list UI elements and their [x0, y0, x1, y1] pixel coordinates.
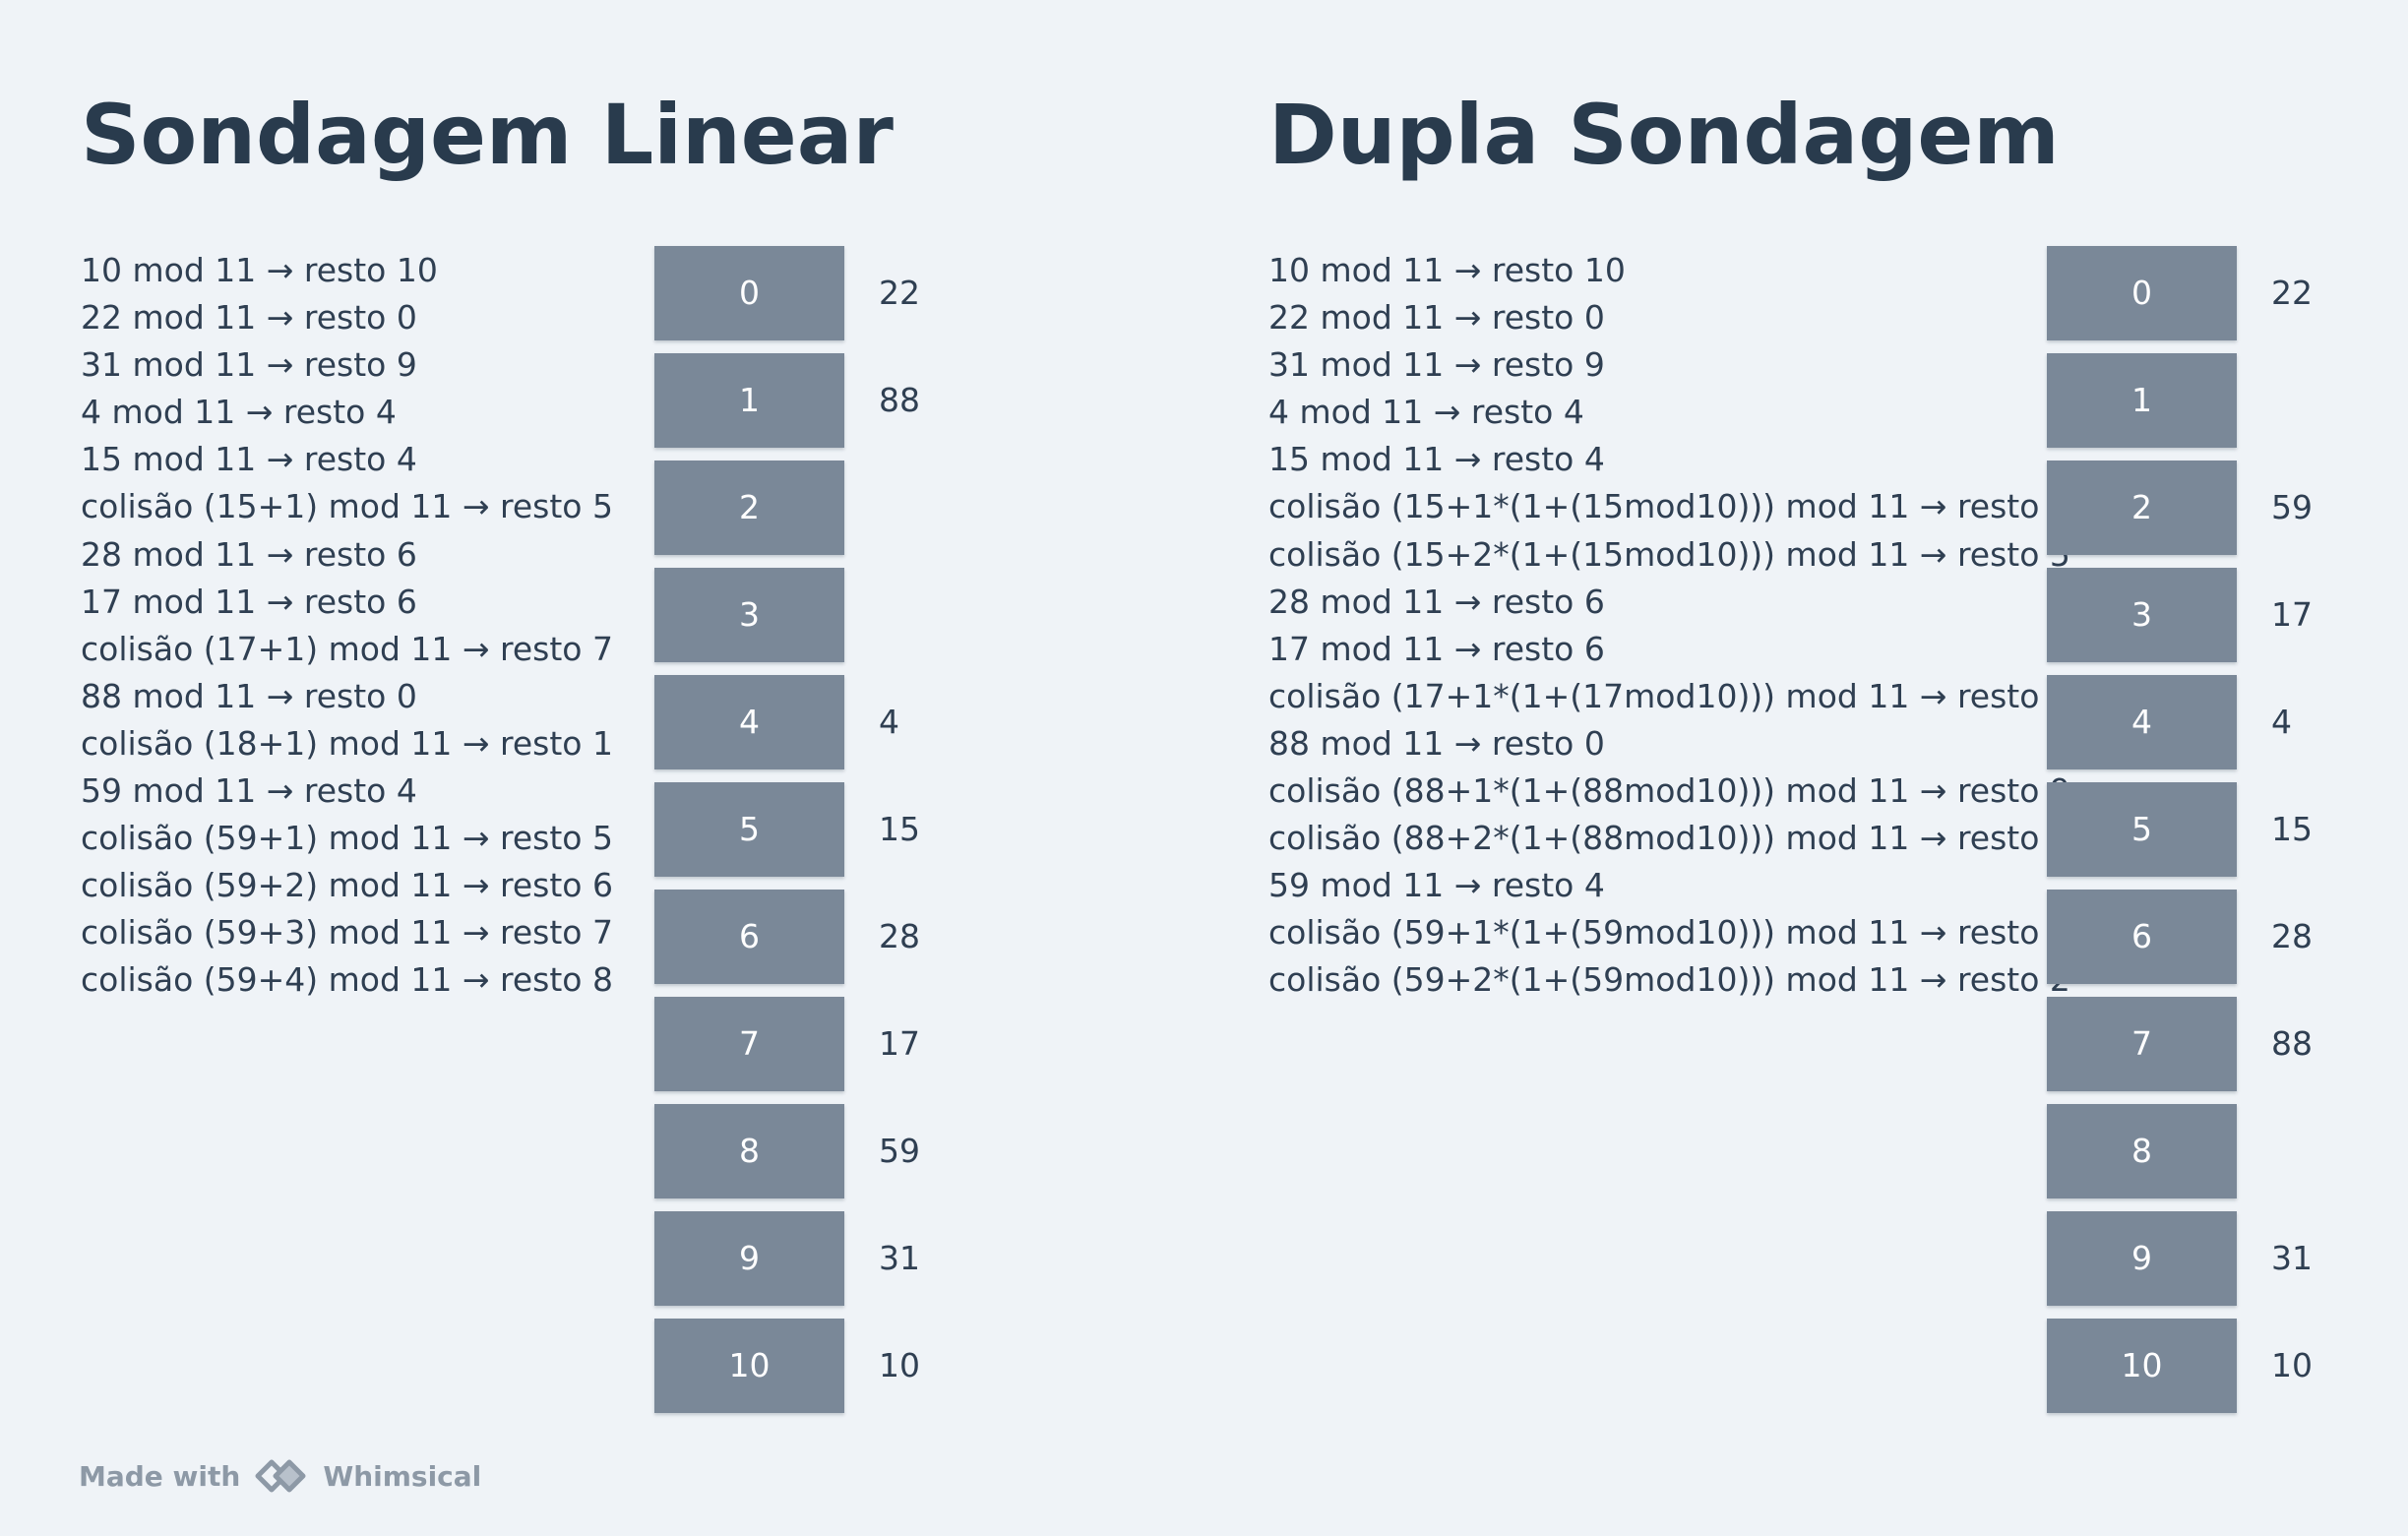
double-step-6: colisão (15+2*(1+(15mod10))) mod 11 → re…: [1268, 534, 2070, 574]
double-slot-index-9: 9: [2047, 1211, 2237, 1306]
linear-step-13: colisão (59+2) mod 11 → resto 6: [81, 866, 613, 905]
linear-slot-index-2: 2: [654, 461, 844, 555]
linear-slot-index-9: 9: [654, 1211, 844, 1306]
double-step-1: 22 mod 11 → resto 0: [1268, 298, 1605, 338]
linear-slot-index-3: 3: [654, 568, 844, 662]
linear-slot-index-4: 4: [654, 675, 844, 769]
whimsical-logo-icon: [255, 1459, 306, 1493]
double-slot-value-4: 4: [2271, 703, 2292, 741]
double-slot-index-0: 0: [2047, 246, 2237, 340]
linear-slot-value-7: 17: [879, 1024, 920, 1063]
double-slot-index-2: 2: [2047, 461, 2237, 555]
linear-slot-index-7: 7: [654, 997, 844, 1091]
double-step-4: 15 mod 11 → resto 4: [1268, 440, 1605, 479]
linear-slot-value-1: 88: [879, 381, 920, 419]
double-slot-index-7: 7: [2047, 997, 2237, 1091]
double-slot-index-3: 3: [2047, 568, 2237, 662]
linear-step-15: colisão (59+4) mod 11 → resto 8: [81, 960, 613, 1000]
double-hashing-title: Dupla Sondagem: [1268, 87, 2060, 183]
linear-step-9: 88 mod 11 → resto 0: [81, 676, 417, 715]
double-slot-value-10: 10: [2271, 1346, 2313, 1384]
double-slot-index-6: 6: [2047, 890, 2237, 984]
linear-slot-index-8: 8: [654, 1104, 844, 1198]
linear-slot-index-0: 0: [654, 246, 844, 340]
linear-slot-value-5: 15: [879, 810, 920, 848]
linear-slot-index-6: 6: [654, 890, 844, 984]
linear-slot-value-4: 4: [879, 703, 899, 741]
made-with-whimsical-badge[interactable]: Made with Whimsical: [79, 1453, 481, 1499]
linear-step-11: 59 mod 11 → resto 4: [81, 771, 417, 811]
linear-step-10: colisão (18+1) mod 11 → resto 1: [81, 723, 613, 763]
linear-probing-title: Sondagem Linear: [81, 87, 894, 183]
double-slot-value-5: 15: [2271, 810, 2313, 848]
linear-probing-steps: 10 mod 11 → resto 10 22 mod 11 → resto 0 3…: [81, 247, 613, 1005]
double-slot-index-1: 1: [2047, 353, 2237, 448]
linear-slot-index-5: 5: [654, 782, 844, 877]
double-step-13: 59 mod 11 → resto 4: [1268, 866, 1605, 905]
double-slot-index-8: 8: [2047, 1104, 2237, 1198]
double-step-15: colisão (59+2*(1+(59mod10))) mod 11 → re…: [1268, 960, 2070, 1000]
double-slot-value-2: 59: [2271, 488, 2313, 526]
double-step-9: colisão (17+1*(1+(17mod10))) mod 11 → re…: [1268, 676, 2070, 715]
linear-step-4: 15 mod 11 → resto 4: [81, 440, 417, 479]
double-hashing-steps: 10 mod 11 → resto 10 22 mod 11 → resto 0 3…: [1268, 247, 2091, 1005]
linear-slot-index-1: 1: [654, 353, 844, 448]
linear-step-7: 17 mod 11 → resto 6: [81, 582, 417, 621]
double-slot-value-3: 17: [2271, 595, 2313, 634]
double-step-2: 31 mod 11 → resto 9: [1268, 345, 1605, 385]
double-slot-index-5: 5: [2047, 782, 2237, 877]
linear-step-6: 28 mod 11 → resto 6: [81, 534, 417, 574]
double-slot-value-9: 31: [2271, 1239, 2313, 1277]
linear-slot-value-0: 22: [879, 274, 920, 312]
linear-slot-value-9: 31: [879, 1239, 920, 1277]
whimsical-brand-label: Whimsical: [323, 1459, 482, 1493]
double-slot-index-10: 10: [2047, 1319, 2237, 1413]
double-step-3: 4 mod 11 → resto 4: [1268, 393, 1584, 432]
linear-step-8: colisão (17+1) mod 11 → resto 7: [81, 629, 613, 668]
linear-step-2: 31 mod 11 → resto 9: [81, 345, 417, 385]
linear-slot-value-8: 59: [879, 1132, 920, 1170]
double-step-8: 17 mod 11 → resto 6: [1268, 629, 1605, 668]
made-with-label: Made with: [79, 1459, 241, 1493]
linear-step-1: 22 mod 11 → resto 0: [81, 298, 417, 338]
double-step-11: colisão (88+1*(1+(88mod10))) mod 11 → re…: [1268, 771, 2070, 811]
linear-step-5: colisão (15+1) mod 11 → resto 5: [81, 487, 613, 526]
linear-step-14: colisão (59+3) mod 11 → resto 7: [81, 913, 613, 952]
linear-slot-value-10: 10: [879, 1346, 920, 1384]
linear-slot-index-10: 10: [654, 1319, 844, 1413]
linear-step-0: 10 mod 11 → resto 10: [81, 251, 438, 289]
linear-step-12: colisão (59+1) mod 11 → resto 5: [81, 819, 613, 858]
double-slot-index-4: 4: [2047, 675, 2237, 769]
double-step-7: 28 mod 11 → resto 6: [1268, 582, 1605, 621]
double-slot-value-0: 22: [2271, 274, 2313, 312]
linear-slot-value-6: 28: [879, 917, 920, 955]
linear-step-3: 4 mod 11 → resto 4: [81, 393, 397, 432]
double-slot-value-6: 28: [2271, 917, 2313, 955]
double-step-14: colisão (59+1*(1+(59mod10))) mod 11 → re…: [1268, 913, 2070, 952]
double-step-5: colisão (15+1*(1+(15mod10))) mod 11 → re…: [1268, 487, 2091, 526]
double-step-0: 10 mod 11 → resto 10: [1268, 251, 1626, 289]
double-step-10: 88 mod 11 → resto 0: [1268, 723, 1605, 763]
double-slot-value-7: 88: [2271, 1024, 2313, 1063]
double-step-12: colisão (88+2*(1+(88mod10))) mod 11 → re…: [1268, 819, 2070, 858]
